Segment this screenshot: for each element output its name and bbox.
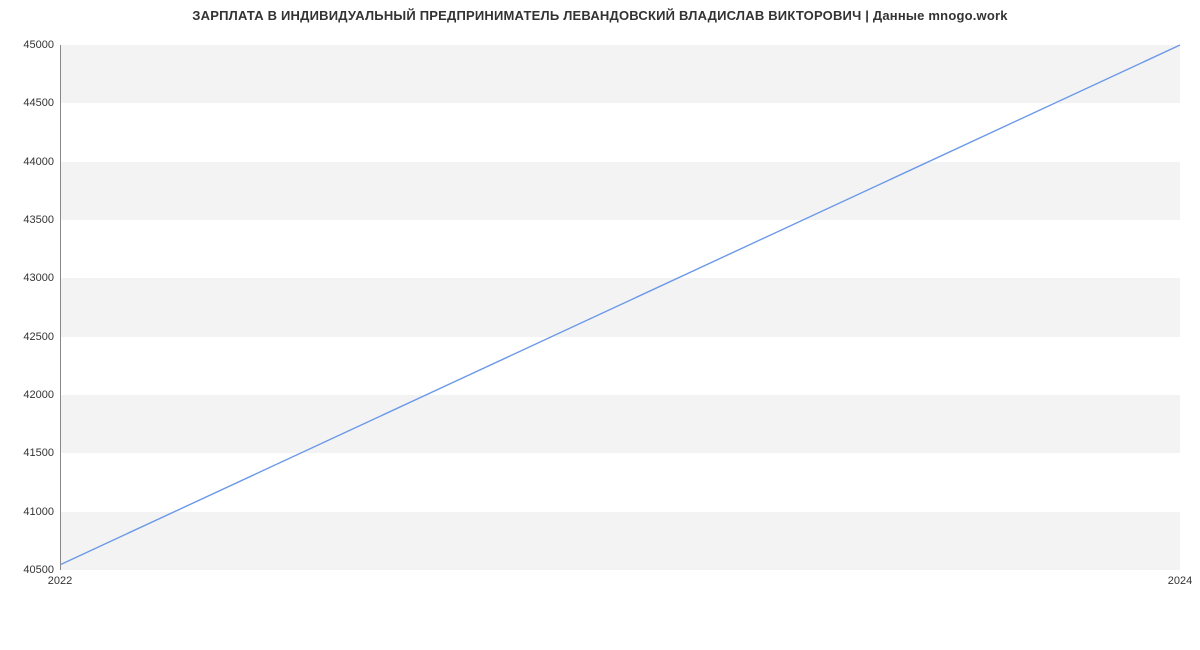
y-tick-label: 44000 [4, 156, 54, 168]
y-tick-label: 43500 [4, 214, 54, 226]
y-tick-label: 41000 [4, 506, 54, 518]
plot-area [60, 45, 1180, 570]
chart-title: ЗАРПЛАТА В ИНДИВИДУАЛЬНЫЙ ПРЕДПРИНИМАТЕЛ… [0, 8, 1200, 23]
x-tick-label: 2022 [48, 575, 72, 587]
y-tick-label: 44500 [4, 97, 54, 109]
y-tick-label: 43000 [4, 272, 54, 284]
x-tick-label: 2024 [1168, 575, 1192, 587]
chart-container: ЗАРПЛАТА В ИНДИВИДУАЛЬНЫЙ ПРЕДПРИНИМАТЕЛ… [0, 0, 1200, 650]
y-tick-label: 45000 [4, 39, 54, 51]
data-line [61, 45, 1180, 564]
y-tick-label: 41500 [4, 447, 54, 459]
y-tick-label: 40500 [4, 564, 54, 576]
y-tick-label: 42500 [4, 331, 54, 343]
y-tick-label: 42000 [4, 389, 54, 401]
line-series [61, 45, 1180, 569]
